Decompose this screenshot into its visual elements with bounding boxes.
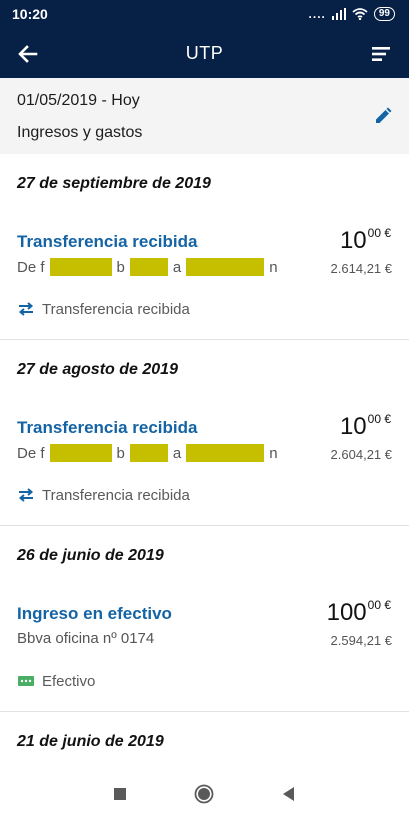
- transfer-icon: [18, 488, 34, 502]
- transaction-title: Transferencia recibida: [17, 418, 198, 437]
- date-group: 21 de junio de 2019: [0, 712, 409, 772]
- redaction-block: [129, 258, 168, 276]
- status-time: 10:20: [12, 6, 48, 22]
- date-group: 27 de septiembre de 2019 Transferencia r…: [0, 154, 409, 340]
- battery-icon: 99: [373, 7, 395, 21]
- transaction-category: Efectivo: [17, 672, 95, 690]
- square-icon: [114, 788, 126, 800]
- description-part: a: [172, 258, 182, 276]
- signal-dots: ....: [308, 7, 326, 21]
- wifi-icon: [352, 8, 368, 20]
- group-date: 27 de agosto de 2019: [17, 361, 178, 378]
- description-part: De f: [17, 444, 45, 462]
- transaction-title: Ingreso en efectivo: [17, 604, 172, 623]
- recent-apps-button[interactable]: [110, 784, 130, 804]
- date-group: 26 de junio de 2019 Ingreso en efectivo …: [0, 526, 409, 712]
- page-title: UTP: [185, 43, 224, 63]
- group-date: 26 de junio de 2019: [17, 547, 164, 564]
- transaction-amount: 10000 €: [327, 598, 391, 627]
- transaction-amount: 1000 €: [340, 226, 391, 255]
- transaction-title: Transferencia recibida: [17, 232, 198, 251]
- status-icons: .... 99: [309, 6, 395, 22]
- amount-decimal: 00 €: [367, 598, 391, 612]
- amount-decimal: 00 €: [367, 226, 391, 240]
- date-group: 27 de agosto de 2019 Transferencia recib…: [0, 340, 409, 526]
- transaction-balance: 2.594,21 €: [330, 633, 392, 648]
- transaction-description: De f b a n: [17, 444, 278, 462]
- filter-panel[interactable]: 01/05/2019 - Hoy Ingresos y gastos: [0, 78, 409, 154]
- filter-button[interactable]: [369, 42, 393, 66]
- home-button[interactable]: [194, 784, 214, 804]
- transaction-description: De f b a n: [17, 258, 278, 276]
- group-date: 27 de septiembre de 2019: [17, 175, 211, 192]
- description-part: a: [172, 444, 182, 462]
- category-label: Efectivo: [42, 672, 96, 690]
- description-part: De f: [17, 258, 45, 276]
- status-bar: 10:20 .... 99: [0, 0, 409, 28]
- transaction-balance: 2.614,21 €: [330, 261, 392, 276]
- transaction-description: Bbva oficina nº 0174: [17, 630, 155, 647]
- transactions-list: 27 de septiembre de 2019 Transferencia r…: [0, 154, 409, 772]
- redaction-block: [186, 444, 265, 462]
- group-date: 21 de junio de 2019: [17, 733, 164, 750]
- transaction-balance: 2.604,21 €: [330, 447, 392, 462]
- edit-filter-button[interactable]: [373, 106, 393, 126]
- triangle-back-icon: [283, 787, 294, 801]
- description-part: n: [269, 444, 278, 462]
- filter-date-range: 01/05/2019 - Hoy: [17, 92, 140, 109]
- redaction-block: [129, 444, 168, 462]
- transaction-amount: 1000 €: [340, 412, 391, 441]
- redaction-block: [49, 258, 112, 276]
- filter-icon: [372, 47, 390, 61]
- redaction-block: [186, 258, 265, 276]
- cash-icon: [18, 676, 34, 686]
- home-circle-icon: [194, 784, 214, 804]
- description-part: n: [269, 258, 278, 276]
- amount-integer: 10: [339, 227, 367, 254]
- system-nav-bar: [0, 770, 409, 818]
- amount-integer: 10: [339, 413, 367, 440]
- signal-icon: [331, 8, 346, 20]
- description-part: b: [116, 444, 125, 462]
- transaction-category: Transferencia recibida: [17, 486, 190, 504]
- pencil-icon: [376, 107, 392, 123]
- back-nav-button[interactable]: [279, 784, 299, 804]
- app-bar: UTP: [0, 28, 409, 78]
- transfer-icon: [18, 302, 34, 316]
- amount-integer: 100: [326, 599, 367, 626]
- redaction-block: [49, 444, 112, 462]
- transaction-category: Transferencia recibida: [17, 300, 190, 318]
- category-label: Transferencia recibida: [42, 486, 190, 504]
- category-label: Transferencia recibida: [42, 300, 190, 318]
- description-part: b: [116, 258, 125, 276]
- filter-type: Ingresos y gastos: [17, 124, 143, 141]
- amount-decimal: 00 €: [367, 412, 391, 426]
